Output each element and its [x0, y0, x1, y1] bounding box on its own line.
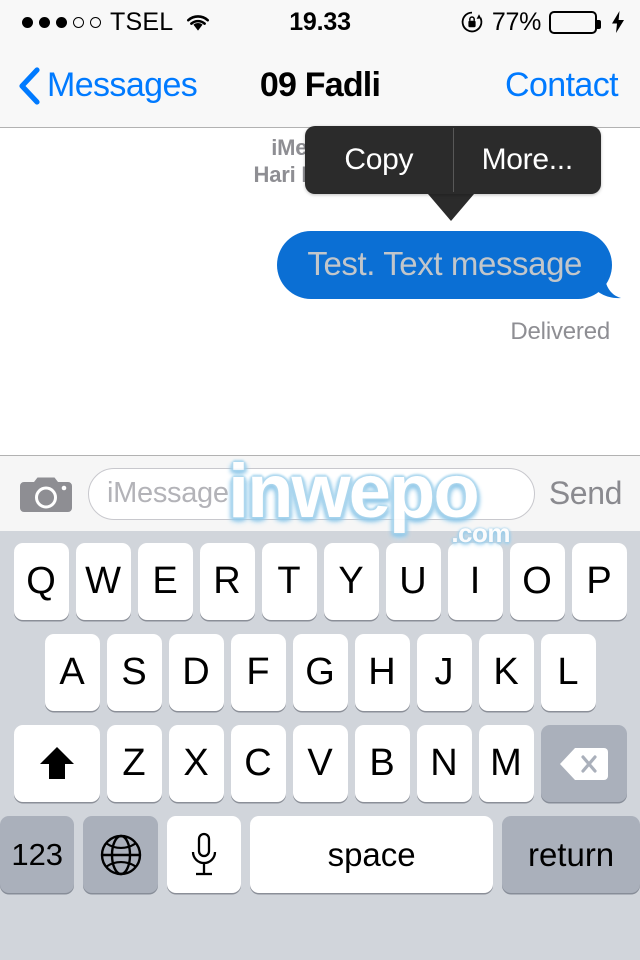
key-m[interactable]: M — [478, 725, 534, 802]
shift-key[interactable] — [13, 725, 100, 802]
keyboard-row-2: ASDFGHJKL — [0, 620, 640, 711]
key-h[interactable]: H — [354, 634, 410, 711]
keyboard-row-4: 123 space return — [0, 802, 640, 893]
key-a[interactable]: A — [44, 634, 100, 711]
key-v[interactable]: V — [292, 725, 348, 802]
key-z[interactable]: Z — [106, 725, 162, 802]
key-g[interactable]: G — [292, 634, 348, 711]
key-t[interactable]: T — [261, 543, 317, 620]
battery-percent-label: 77% — [491, 7, 541, 36]
popup-menu-item-copy[interactable]: Copy — [305, 126, 453, 194]
status-bar-right: 77% — [460, 0, 626, 44]
return-key[interactable]: return — [502, 816, 640, 893]
key-p[interactable]: P — [571, 543, 627, 620]
delivery-status: Delivered — [510, 318, 610, 345]
key-l[interactable]: L — [540, 634, 596, 711]
key-s[interactable]: S — [106, 634, 162, 711]
key-b[interactable]: B — [354, 725, 410, 802]
key-e[interactable]: E — [137, 543, 193, 620]
globe-icon — [98, 832, 144, 878]
lightning-bolt-icon — [610, 10, 626, 34]
rotation-lock-icon — [460, 10, 484, 34]
dictation-key[interactable] — [166, 816, 242, 893]
copy-more-popup-menu: Copy More... — [305, 126, 601, 194]
key-o[interactable]: O — [509, 543, 565, 620]
bubble-tail — [590, 269, 622, 299]
camera-icon[interactable] — [20, 472, 72, 516]
message-input-placeholder: iMessage — [107, 477, 229, 509]
numeric-key[interactable]: 123 — [0, 816, 75, 893]
shift-arrow-icon — [35, 742, 79, 786]
key-c[interactable]: C — [230, 725, 286, 802]
globe-key[interactable] — [83, 816, 158, 893]
key-f[interactable]: F — [230, 634, 286, 711]
key-w[interactable]: W — [75, 543, 131, 620]
on-screen-keyboard: QWERTYUIOP ASDFGHJKL ZXCVBNM 123 space r… — [0, 531, 640, 960]
message-text: Test. Text message — [307, 245, 582, 282]
message-input-bar: iMessage Send — [0, 455, 640, 531]
popup-menu-tail — [428, 194, 474, 222]
microphone-icon — [189, 832, 219, 878]
message-row: Test. Text message — [277, 231, 621, 299]
key-r[interactable]: R — [199, 543, 255, 620]
key-j[interactable]: J — [416, 634, 472, 711]
message-input-field[interactable]: iMessage — [88, 467, 535, 520]
send-button[interactable]: Send — [549, 475, 623, 512]
keyboard-row-3: ZXCVBNM — [0, 711, 640, 802]
key-x[interactable]: X — [168, 725, 224, 802]
popup-menu-item-more[interactable]: More... — [454, 126, 602, 194]
battery-icon — [549, 10, 601, 34]
contact-button[interactable]: Contact — [505, 66, 619, 105]
navigation-bar: Messages 09 Fadli Contact — [0, 44, 640, 128]
messages-screen: TSEL 19.33 77% Messages 09 Fadli Contact… — [0, 0, 640, 960]
delete-key[interactable] — [540, 725, 627, 802]
backspace-icon — [558, 745, 610, 783]
key-u[interactable]: U — [385, 543, 441, 620]
key-i[interactable]: I — [447, 543, 503, 620]
key-d[interactable]: D — [168, 634, 224, 711]
key-n[interactable]: N — [416, 725, 472, 802]
status-bar: TSEL 19.33 77% — [0, 0, 640, 44]
key-q[interactable]: Q — [13, 543, 69, 620]
key-k[interactable]: K — [478, 634, 534, 711]
keyboard-row-1: QWERTYUIOP — [0, 531, 640, 620]
space-key[interactable]: space — [250, 816, 494, 893]
key-y[interactable]: Y — [323, 543, 379, 620]
message-bubble[interactable]: Test. Text message — [277, 231, 621, 299]
